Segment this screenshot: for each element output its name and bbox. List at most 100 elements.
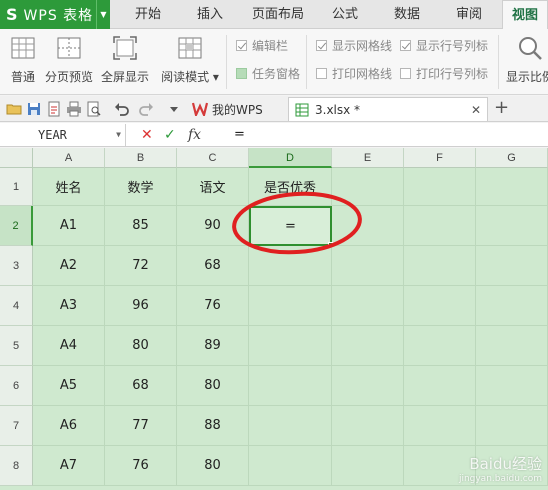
column-header-g[interactable]: G	[476, 148, 548, 168]
cell-f7[interactable]	[404, 406, 476, 446]
cell-g5[interactable]	[476, 326, 548, 366]
cell-c3[interactable]: 68	[177, 246, 249, 286]
cell-b7[interactable]: 77	[105, 406, 177, 446]
cell-e3[interactable]	[332, 246, 404, 286]
cell-d7[interactable]	[249, 406, 332, 446]
save-icon[interactable]	[26, 101, 42, 117]
cell-a8[interactable]: A7	[33, 446, 105, 486]
cell-d6[interactable]	[249, 366, 332, 406]
show-headings-checkbox[interactable]: 显示行号列标	[400, 37, 488, 53]
read-mode-button[interactable]: 阅读模式 ▾	[158, 35, 222, 85]
row-header-6[interactable]: 6	[0, 366, 33, 406]
show-gridlines-checkbox[interactable]: 显示网格线	[316, 37, 392, 53]
cell-a4[interactable]: A3	[33, 286, 105, 326]
cell-e7[interactable]	[332, 406, 404, 446]
column-header-b[interactable]: B	[105, 148, 177, 168]
cell-a6[interactable]: A5	[33, 366, 105, 406]
cell-d5[interactable]	[249, 326, 332, 366]
tab-page-layout[interactable]: 页面布局	[242, 0, 314, 29]
cell-b8[interactable]: 76	[105, 446, 177, 486]
row-header-3[interactable]: 3	[0, 246, 33, 286]
cell-d8[interactable]	[249, 446, 332, 486]
tab-insert[interactable]: 插入	[180, 0, 240, 29]
column-header-c[interactable]: C	[177, 148, 249, 168]
tab-formula[interactable]: 公式	[316, 0, 374, 29]
folder-icon[interactable]	[6, 101, 22, 117]
doc-tab-3-xlsx[interactable]: 3.xlsx * ✕	[288, 97, 488, 121]
cell-e1[interactable]	[332, 168, 404, 206]
cell-d4[interactable]	[249, 286, 332, 326]
cell-c5[interactable]: 89	[177, 326, 249, 366]
formula-input[interactable]: =	[224, 124, 548, 146]
cell-d1[interactable]: 是否优秀	[249, 168, 332, 206]
cell-f6[interactable]	[404, 366, 476, 406]
tab-review[interactable]: 审阅	[440, 0, 498, 29]
normal-view-button[interactable]: 普通	[6, 35, 40, 85]
cell-g6[interactable]	[476, 366, 548, 406]
cell-g4[interactable]	[476, 286, 548, 326]
app-menu-button[interactable]: S WPS 表格 ▼	[0, 0, 110, 29]
doc-tab-my-wps[interactable]: 我的WPS	[186, 97, 286, 121]
cancel-formula-button[interactable]: ✕	[141, 125, 153, 145]
cell-g1[interactable]	[476, 168, 548, 206]
row-header-7[interactable]: 7	[0, 406, 33, 446]
confirm-formula-button[interactable]: ✓	[164, 125, 176, 145]
select-all-corner[interactable]	[0, 148, 33, 168]
cell-b5[interactable]: 80	[105, 326, 177, 366]
cell-b4[interactable]: 96	[105, 286, 177, 326]
cell-c2[interactable]: 90	[177, 206, 249, 246]
cell-a2[interactable]: A1	[33, 206, 105, 246]
tab-data[interactable]: 数据	[378, 0, 436, 29]
cell-a7[interactable]: A6	[33, 406, 105, 446]
tab-view[interactable]: 视图	[502, 0, 548, 30]
row-header-8[interactable]: 8	[0, 446, 33, 486]
row-header-5[interactable]: 5	[0, 326, 33, 366]
cell-f4[interactable]	[404, 286, 476, 326]
fullscreen-button[interactable]: 全屏显示	[100, 35, 150, 85]
cell-b2[interactable]: 85	[105, 206, 177, 246]
column-header-f[interactable]: F	[404, 148, 476, 168]
insert-function-button[interactable]: fx	[188, 125, 201, 145]
print-gridlines-checkbox[interactable]: 打印网格线	[316, 65, 392, 81]
cell-a1[interactable]: 姓名	[33, 168, 105, 206]
cell-f3[interactable]	[404, 246, 476, 286]
cell-c6[interactable]: 80	[177, 366, 249, 406]
row-header-2[interactable]: 2	[0, 206, 33, 246]
page-break-preview-button[interactable]: 分页预览	[44, 35, 94, 85]
new-tab-button[interactable]: +	[494, 97, 509, 118]
zoom-button[interactable]: 显示比例	[506, 35, 548, 85]
customize-dropdown-icon[interactable]	[166, 101, 182, 117]
cell-f2[interactable]	[404, 206, 476, 246]
cell-f1[interactable]	[404, 168, 476, 206]
chevron-down-icon[interactable]: ▼	[116, 124, 121, 146]
undo-icon[interactable]	[114, 101, 130, 117]
cell-c1[interactable]: 语文	[177, 168, 249, 206]
spreadsheet-grid[interactable]: A B C D E F G 1 姓名 数学 语文 是否优秀 2 A1 85 90 = 3 A2 72 68 4 A3 96 76…	[0, 148, 548, 490]
task-pane-checkbox[interactable]: 任务窗格	[236, 65, 300, 81]
print-icon[interactable]	[66, 101, 82, 117]
cell-g7[interactable]	[476, 406, 548, 446]
cell-e2[interactable]	[332, 206, 404, 246]
cell-g3[interactable]	[476, 246, 548, 286]
print-headings-checkbox[interactable]: 打印行号列标	[400, 65, 488, 81]
cell-e8[interactable]	[332, 446, 404, 486]
row-header-1[interactable]: 1	[0, 168, 33, 206]
cell-d3[interactable]	[249, 246, 332, 286]
close-tab-icon[interactable]: ✕	[471, 103, 481, 117]
row-header-4[interactable]: 4	[0, 286, 33, 326]
tab-home[interactable]: 开始	[118, 0, 178, 29]
cell-c7[interactable]: 88	[177, 406, 249, 446]
cell-b1[interactable]: 数学	[105, 168, 177, 206]
read-mode-dropdown-icon[interactable]: ▾	[213, 70, 219, 84]
name-box[interactable]: YEAR ▼	[0, 124, 126, 146]
cell-g2[interactable]	[476, 206, 548, 246]
cell-e4[interactable]	[332, 286, 404, 326]
column-header-d[interactable]: D	[249, 148, 332, 168]
export-pdf-icon[interactable]	[46, 101, 62, 117]
cell-a5[interactable]: A4	[33, 326, 105, 366]
column-header-e[interactable]: E	[332, 148, 404, 168]
cell-c8[interactable]: 80	[177, 446, 249, 486]
cell-e6[interactable]	[332, 366, 404, 406]
cell-f5[interactable]	[404, 326, 476, 366]
print-preview-icon[interactable]	[86, 101, 102, 117]
